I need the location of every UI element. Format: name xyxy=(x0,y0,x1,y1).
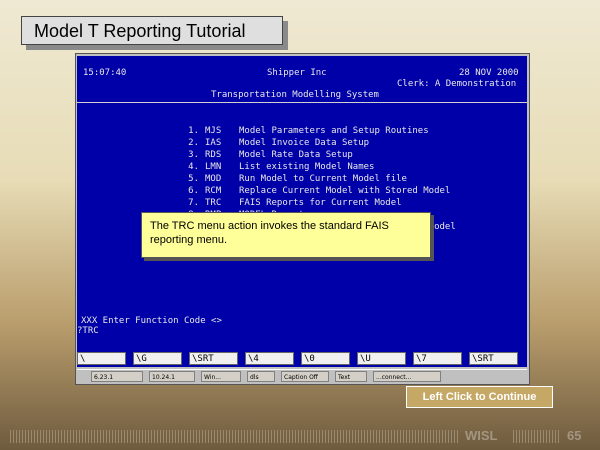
menu-item-label: FAIS Reports for Current Model xyxy=(239,198,402,208)
menu-item-label: Model Invoice Data Setup xyxy=(239,138,370,148)
menu-item-code: MOD xyxy=(205,174,222,184)
footer-brand: WISL xyxy=(465,428,498,443)
function-key[interactable]: \ xyxy=(77,352,126,365)
menu-item[interactable]: 4. LMN List existing Model Names xyxy=(169,162,374,174)
menu-item[interactable]: 3. RDS Model Rate Data Setup xyxy=(169,150,353,162)
terminal-subtitle: Transportation Modelling System xyxy=(211,90,379,100)
terminal-company: Shipper Inc xyxy=(267,68,327,78)
menu-item-code: IAS xyxy=(205,138,222,148)
terminal-time: 15:07:40 xyxy=(83,68,127,78)
footer-decoration-right xyxy=(513,430,561,443)
menu-item-code: TRC xyxy=(205,198,222,208)
menu-item[interactable]: 2. IAS Model Invoice Data Setup xyxy=(169,138,369,150)
function-prompt: XXX Enter Function Code <> xyxy=(81,316,222,326)
menu-item-number: 6. xyxy=(188,186,199,196)
menu-item-code: LMN xyxy=(205,162,222,172)
footer-decoration xyxy=(10,430,460,443)
terminal-clerk: Clerk: A Demonstration xyxy=(397,79,517,89)
continue-button[interactable]: Left Click to Continue xyxy=(406,386,553,408)
function-key[interactable]: \G xyxy=(133,352,182,365)
menu-item[interactable]: 7. TRC FAIS Reports for Current Model xyxy=(169,198,402,210)
menu-item-number: 3. xyxy=(188,150,199,160)
menu-item-number: 5. xyxy=(188,174,199,184)
terminal-date: 28 NOV 2000 xyxy=(459,68,519,78)
function-key-bar: \ \G \SRT \4 \0 \U \7 \SRT xyxy=(77,352,527,365)
page-number: 65 xyxy=(567,428,582,443)
taskbar-button[interactable]: Text xyxy=(335,371,367,382)
menu-item[interactable]: 6. RCM Replace Current Model with Stored M… xyxy=(169,186,450,198)
function-key[interactable]: \0 xyxy=(301,352,350,365)
menu-item-number: 4. xyxy=(188,162,199,172)
menu-item-code: MJS xyxy=(205,126,222,136)
taskbar-button[interactable]: 10.24.1 xyxy=(149,371,195,382)
taskbar-button[interactable]: 6.23.1 xyxy=(91,371,143,382)
function-key[interactable]: \SRT xyxy=(469,352,518,365)
menu-item[interactable]: 5. MOD Run Model to Current Model file xyxy=(169,174,407,186)
taskbar-button[interactable]: ...connect... xyxy=(373,371,441,382)
menu-item-label: Model Parameters and Setup Routines xyxy=(239,126,429,136)
menu-item-label: Replace Current Model with Stored Model xyxy=(239,186,451,196)
menu-item-number: 1. xyxy=(188,126,199,136)
menu-item-label: Run Model to Current Model file xyxy=(239,174,407,184)
taskbar-button[interactable]: Win... xyxy=(201,371,241,382)
function-key[interactable]: \U xyxy=(357,352,406,365)
menu-item-label: List existing Model Names xyxy=(239,162,375,172)
windows-taskbar: 6.23.1 10.24.1 Win... dls Caption Off Text...… xyxy=(77,369,527,383)
taskbar-button[interactable]: dls xyxy=(247,371,275,382)
menu-item-number: 7. xyxy=(188,198,199,208)
terminal-divider xyxy=(77,102,527,103)
taskbar-button[interactable]: Caption Off xyxy=(281,371,329,382)
slide-title: Model T Reporting Tutorial xyxy=(21,16,283,45)
function-key[interactable]: \4 xyxy=(245,352,294,365)
function-key[interactable]: \SRT xyxy=(189,352,238,365)
function-input[interactable]: ?TRC xyxy=(77,326,99,336)
menu-item-label: Model Rate Data Setup xyxy=(239,150,353,160)
menu-item-number: 2. xyxy=(188,138,199,148)
tutorial-callout: The TRC menu action invokes the standard… xyxy=(141,212,431,258)
menu-item[interactable]: 1. MJS Model Parameters and Setup Routines xyxy=(169,126,429,138)
menu-item-code: RCM xyxy=(205,186,222,196)
function-key[interactable]: \7 xyxy=(413,352,462,365)
menu-item-code: RDS xyxy=(205,150,222,160)
